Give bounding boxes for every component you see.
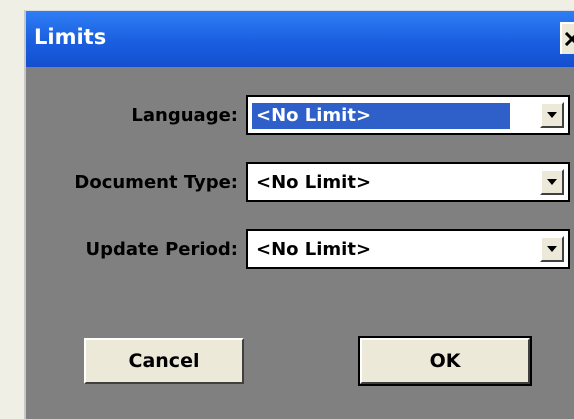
language-select[interactable]: <No Limit>: [246, 95, 570, 135]
close-button[interactable]: [560, 22, 574, 54]
document-type-select[interactable]: <No Limit>: [246, 162, 570, 202]
document-type-label: Document Type:: [74, 172, 238, 193]
update-period-select[interactable]: <No Limit>: [246, 229, 570, 269]
dialog-title: Limits: [34, 25, 107, 49]
document-type-value: <No Limit>: [256, 172, 372, 193]
language-dropdown-button[interactable]: [540, 102, 564, 128]
title-bar[interactable]: Limits: [26, 11, 574, 67]
chevron-down-icon: [547, 179, 557, 185]
update-period-label: Update Period:: [85, 239, 238, 260]
chevron-down-icon: [547, 246, 557, 252]
ok-button[interactable]: OK: [358, 336, 532, 386]
update-period-dropdown-button[interactable]: [540, 236, 564, 262]
chevron-down-icon: [547, 112, 557, 118]
cancel-button[interactable]: Cancel: [84, 338, 244, 384]
update-period-value: <No Limit>: [256, 239, 372, 260]
close-icon: [565, 32, 574, 46]
document-type-dropdown-button[interactable]: [540, 169, 564, 195]
language-label: Language:: [131, 105, 238, 126]
language-value: <No Limit>: [252, 103, 510, 129]
limits-dialog: Limits Language: <No Limit> Document Typ…: [24, 10, 574, 419]
